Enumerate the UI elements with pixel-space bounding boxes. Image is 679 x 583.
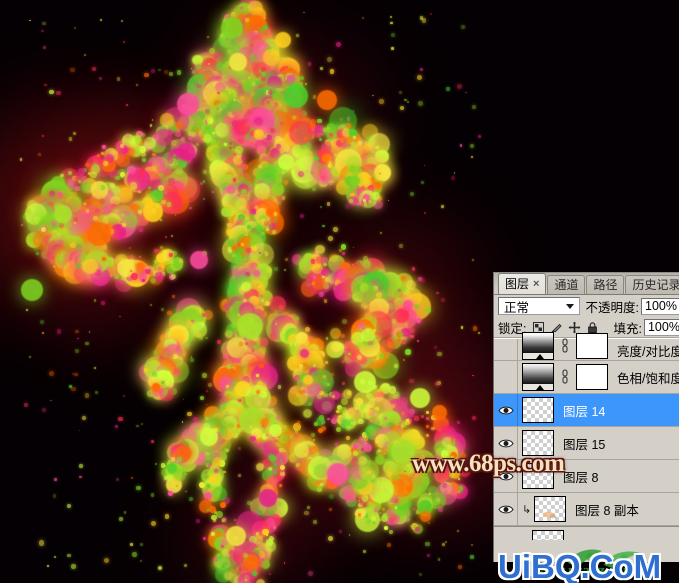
eye-icon[interactable] xyxy=(497,405,514,416)
layer-visibility-toggle[interactable] xyxy=(494,361,518,393)
tab-layers[interactable]: 图层 × xyxy=(498,273,547,295)
watermark-68ps: www.68ps.com xyxy=(412,450,565,477)
layer-thumbnail[interactable] xyxy=(522,332,554,354)
layer-name: 图层 8 副本 xyxy=(575,503,639,518)
layer-mask-thumbnail[interactable] xyxy=(576,333,608,359)
table-row[interactable]: ↳ 图层 8 副本 xyxy=(494,493,679,526)
eye-icon[interactable] xyxy=(497,438,514,449)
adjustment-slider-icon xyxy=(522,353,554,360)
opacity-input[interactable]: 100% xyxy=(641,297,679,315)
watermark-uibq: UiBQ.CoM xyxy=(498,548,662,583)
layer-list: 亮度/对比度 1 色相/饱和度 1 xyxy=(494,332,679,542)
layer-thumbnail[interactable] xyxy=(522,397,554,423)
tab-layers-label: 图层 xyxy=(505,276,530,291)
screenshot-root: www.68ps.com www.psahz.com UiBQ.CoM 图层 ×… xyxy=(0,0,679,583)
close-icon[interactable]: × xyxy=(533,274,539,295)
tab-history[interactable]: 历史记录 xyxy=(625,275,679,294)
blend-mode-select[interactable]: 正常 xyxy=(498,297,580,315)
link-icon[interactable] xyxy=(560,369,570,385)
layer-name: 图层 15 xyxy=(563,437,606,452)
layer-name: 亮度/对比度 1 xyxy=(617,345,679,359)
table-row[interactable]: 亮度/对比度 1 xyxy=(494,332,679,361)
layer-name: 图层 8 xyxy=(563,470,599,485)
table-row[interactable]: 图层 14 xyxy=(494,394,679,427)
tab-channels[interactable]: 通道 xyxy=(547,275,586,294)
layer-thumb-group xyxy=(518,363,608,391)
layer-visibility-toggle[interactable] xyxy=(494,394,518,426)
tab-paths[interactable]: 路径 xyxy=(586,275,625,294)
fill-input[interactable]: 100% xyxy=(643,318,679,336)
layer-thumbnail[interactable] xyxy=(522,363,554,385)
blend-mode-value: 正常 xyxy=(504,300,530,315)
opacity-label: 不透明度: xyxy=(585,300,639,315)
layer-thumb-group xyxy=(518,332,608,360)
tab-history-label: 历史记录 xyxy=(632,277,679,292)
layer-name: 图层 14 xyxy=(563,404,606,419)
layer-visibility-toggle[interactable] xyxy=(494,339,518,360)
adjustment-slider-icon xyxy=(522,384,554,391)
table-row[interactable]: 色相/饱和度 1 xyxy=(494,361,679,394)
layer-thumbnail[interactable] xyxy=(534,496,566,522)
link-icon[interactable] xyxy=(560,338,570,354)
fill-label: 填充: xyxy=(613,321,642,336)
eye-icon[interactable] xyxy=(497,504,514,515)
layer-mask-thumbnail[interactable] xyxy=(576,364,608,390)
layer-thumb-group xyxy=(518,397,554,423)
chevron-down-icon[interactable] xyxy=(565,304,574,309)
layer-thumbnail[interactable] xyxy=(532,529,564,540)
layer-thumb-group: ↳ xyxy=(518,496,566,522)
blend-opacity-row: 正常 不透明度: 100% xyxy=(494,295,679,317)
layer-row-partial[interactable] xyxy=(494,526,679,542)
layers-panel: 图层 × 通道 路径 历史记录 动 正常 不透明度: 100% xyxy=(493,272,679,562)
clipping-mask-arrow-icon: ↳ xyxy=(522,503,532,516)
panel-tab-strip: 图层 × 通道 路径 历史记录 动 xyxy=(494,273,679,295)
layer-name: 色相/饱和度 1 xyxy=(617,371,679,386)
tab-channels-label: 通道 xyxy=(554,277,579,292)
layer-visibility-toggle[interactable] xyxy=(494,493,518,525)
tab-paths-label: 路径 xyxy=(593,277,618,292)
